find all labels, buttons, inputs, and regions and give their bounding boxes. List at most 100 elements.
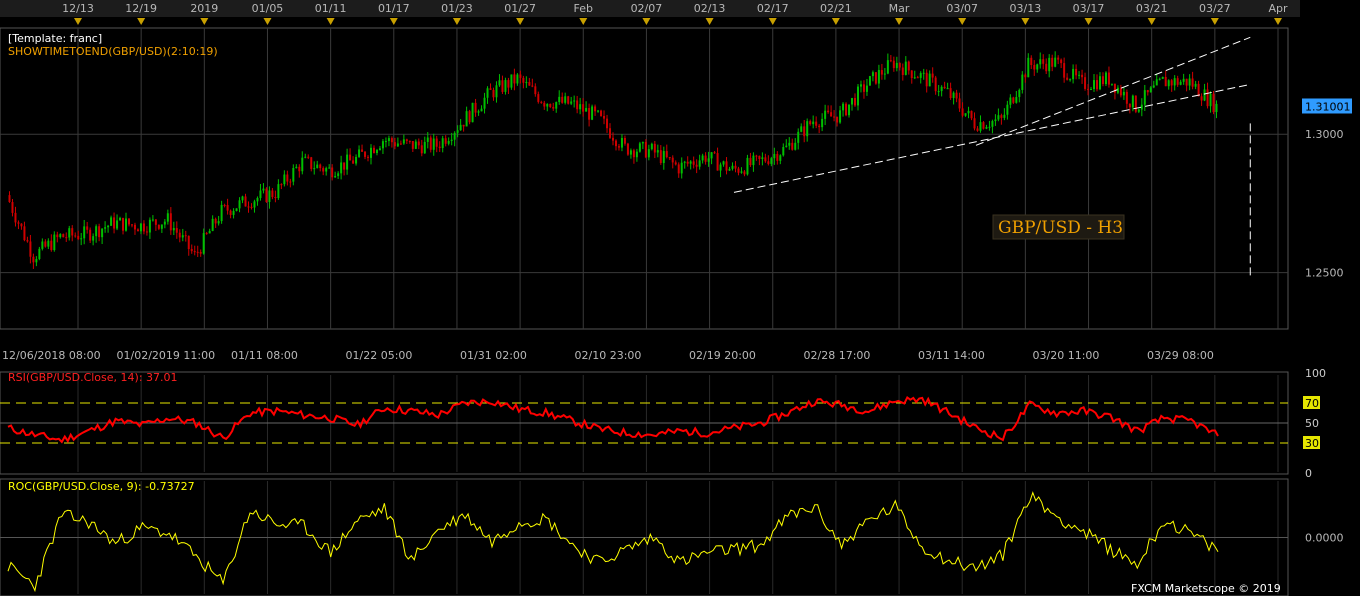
candle-body: [465, 111, 468, 127]
candle-body: [381, 141, 384, 149]
candle-body: [537, 94, 540, 102]
chart-canvas[interactable]: 12/13 12/19 2019 01/05 01/11 01/17 01/23 01/27 F…: [0, 0, 1360, 596]
candle-body: [827, 110, 830, 113]
candle-body: [629, 150, 632, 155]
candle-body: [157, 224, 160, 229]
candle-body: [546, 103, 549, 107]
candle-body: [874, 72, 877, 84]
top-date-label: 01/05: [252, 2, 284, 15]
candle-body: [501, 80, 504, 92]
candle-body: [358, 149, 361, 157]
candle-body: [172, 228, 175, 231]
candle-body: [842, 103, 845, 111]
candle-body: [528, 82, 531, 86]
candle-body: [588, 108, 591, 120]
candle-body: [1060, 59, 1063, 64]
candle-body: [638, 143, 641, 152]
candle-body: [438, 146, 441, 148]
trendline[interactable]: [733, 83, 1251, 193]
candle-body: [764, 157, 767, 162]
candle-body: [498, 80, 501, 86]
candle-body: [489, 88, 492, 90]
candle-body: [450, 139, 453, 142]
candle-body: [1131, 95, 1134, 108]
candle-body: [265, 188, 268, 202]
candle-body: [1200, 96, 1203, 101]
candle-body: [495, 85, 498, 98]
session-marker-icon: [74, 18, 82, 25]
candle-body: [372, 147, 375, 154]
candle-body: [483, 97, 486, 109]
candle-body: [274, 196, 277, 199]
candle-body: [806, 121, 809, 137]
candle-body: [1018, 89, 1021, 98]
candle-body: [456, 130, 459, 133]
candle-body: [997, 115, 1000, 120]
candle-body: [925, 72, 928, 87]
candle-body: [125, 218, 128, 231]
candle-body: [1215, 103, 1218, 113]
candle-body: [898, 62, 901, 68]
top-date-label: 01/17: [378, 2, 410, 15]
candle-body: [1173, 78, 1176, 86]
candle-body: [122, 217, 125, 231]
session-marker-icon: [137, 18, 146, 25]
candle-body: [23, 226, 26, 241]
candle-body: [889, 60, 892, 62]
candle-body: [862, 84, 865, 92]
candle-body: [600, 110, 603, 116]
candle-body: [922, 72, 925, 74]
candle-body: [1048, 57, 1051, 72]
session-marker-icon: [831, 18, 840, 25]
bottom-date-axis: 12/06/2018 08:00 01/02/2019 11:00 01/11 08…: [2, 349, 1214, 362]
candle-body: [337, 173, 340, 176]
candle-body: [375, 149, 378, 154]
candle-body: [1125, 91, 1128, 104]
candle-body: [531, 85, 534, 87]
candle-body: [1176, 78, 1179, 85]
top-date-label: 03/21: [1136, 2, 1168, 15]
candle-body: [848, 104, 851, 116]
candle-body: [92, 236, 95, 241]
candle-body: [130, 224, 133, 226]
candle-body: [934, 77, 937, 92]
session-marker-icon: [200, 18, 209, 25]
candle-body: [139, 223, 142, 232]
candle-body: [1164, 76, 1167, 87]
trendline-group[interactable]: [733, 36, 1251, 276]
candle-body: [686, 161, 689, 164]
candle-body: [1078, 74, 1081, 76]
candle-body: [349, 154, 352, 161]
candle-body: [83, 226, 86, 239]
candle-body: [910, 70, 913, 79]
candle-body: [991, 121, 994, 127]
candle-body: [80, 238, 83, 240]
candle-body: [1057, 57, 1060, 60]
session-marker-icon: [958, 18, 967, 25]
candle-body: [423, 141, 426, 154]
candle-body: [1128, 103, 1131, 108]
candle-body: [142, 223, 145, 232]
rsi-series: [7, 395, 1219, 444]
candle-body: [612, 137, 614, 141]
candle-body: [343, 162, 346, 170]
candle-body: [492, 89, 495, 98]
candle-body: [973, 118, 976, 129]
candle-body: [653, 143, 656, 153]
roc-label: ROC(GBP/USD.Close, 9): -0.73727: [8, 480, 195, 493]
candle-body: [522, 77, 525, 83]
candle-body: [14, 212, 17, 223]
candle-body: [1170, 80, 1173, 86]
candle-body: [133, 224, 136, 230]
candle-body: [961, 108, 964, 116]
candle-body: [1179, 81, 1182, 85]
candle-body: [707, 158, 710, 162]
candle-body: [752, 155, 755, 166]
candle-body: [250, 206, 253, 208]
candle-body: [1137, 109, 1140, 112]
candle-body: [426, 137, 429, 142]
top-date-label: 02/13: [694, 2, 726, 15]
candle-body: [435, 138, 438, 147]
trendline[interactable]: [975, 36, 1251, 146]
candle-body: [480, 108, 483, 112]
